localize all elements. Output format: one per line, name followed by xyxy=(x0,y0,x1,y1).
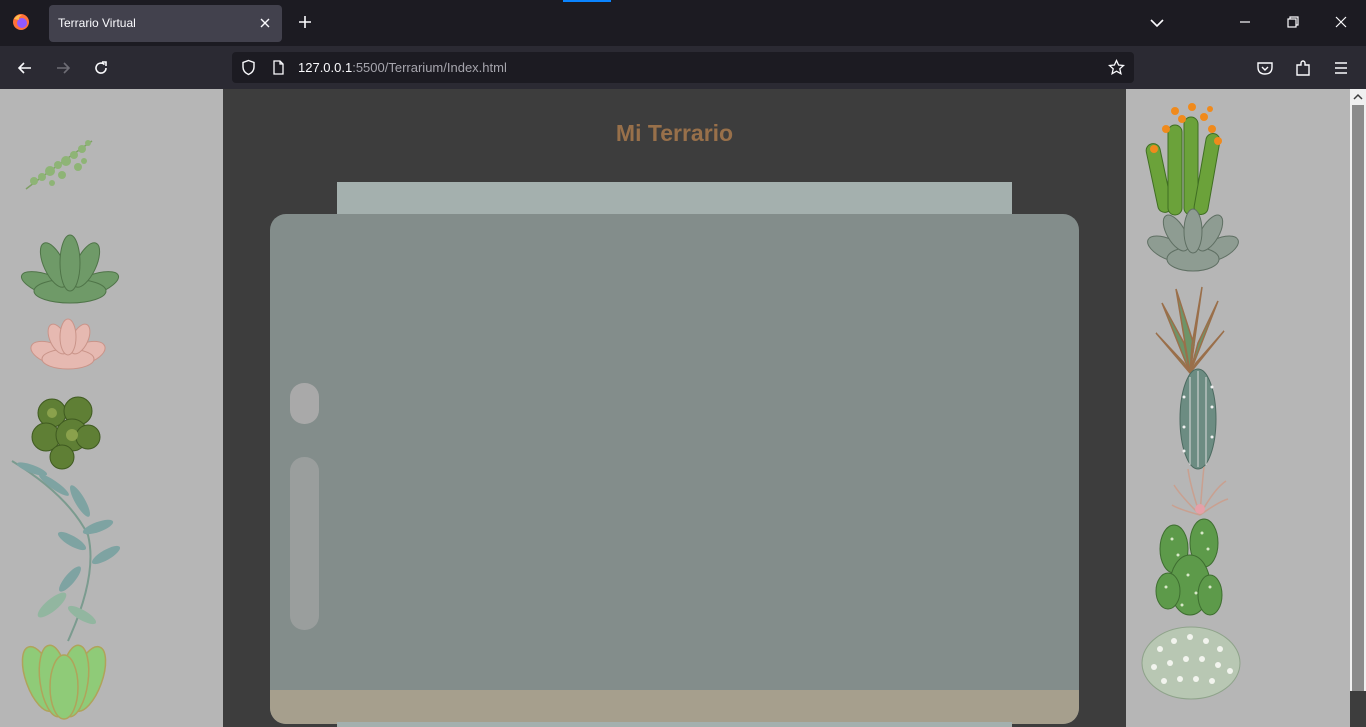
plant10[interactable] xyxy=(1154,283,1226,375)
scrollbar-thumb[interactable] xyxy=(1352,105,1364,691)
chevron-down-icon[interactable] xyxy=(1148,14,1166,32)
minimize-icon[interactable] xyxy=(1235,12,1255,32)
page-scrollbar[interactable] xyxy=(1350,89,1366,727)
terrarium-area: Mi Terrario xyxy=(223,89,1126,727)
plant3[interactable] xyxy=(28,315,110,375)
shield-icon[interactable] xyxy=(240,59,257,76)
pocket-icon[interactable] xyxy=(1255,58,1275,78)
plant13[interactable] xyxy=(1152,515,1226,627)
jar-walls xyxy=(270,214,1079,724)
tab-title: Terrario Virtual xyxy=(58,16,136,30)
arrow-right-icon[interactable] xyxy=(53,58,73,78)
plant6[interactable] xyxy=(20,629,108,721)
plant1[interactable] xyxy=(22,133,104,193)
plant2[interactable] xyxy=(18,229,122,311)
arrow-left-icon[interactable] xyxy=(15,58,35,78)
tab-terrario-virtual[interactable]: Terrario Virtual xyxy=(49,5,282,42)
reload-icon[interactable] xyxy=(91,58,111,78)
left-plant-holder xyxy=(0,89,223,727)
plant11[interactable] xyxy=(1170,367,1226,471)
jar-top xyxy=(337,182,1012,216)
star-icon[interactable] xyxy=(1108,59,1125,76)
plus-icon[interactable] xyxy=(296,13,314,31)
hamburger-icon[interactable] xyxy=(1331,58,1351,78)
scroll-up-arrow-icon[interactable] xyxy=(1353,92,1363,102)
plant9[interactable] xyxy=(1146,207,1240,279)
right-plant-holder xyxy=(1126,89,1350,727)
plant5[interactable] xyxy=(8,455,124,645)
address-bar[interactable]: 127.0.0.1:5500/Terrarium/Index.html xyxy=(232,52,1134,83)
url-path: :5500/Terrarium/Index.html xyxy=(352,60,507,75)
close-icon[interactable] xyxy=(257,15,273,31)
tab-loading-indicator xyxy=(563,0,611,2)
plant12[interactable] xyxy=(1170,465,1230,517)
url-text[interactable]: 127.0.0.1:5500/Terrarium/Index.html xyxy=(298,60,507,75)
plant8[interactable] xyxy=(1144,103,1228,219)
jar-glossy-short xyxy=(290,383,319,424)
jar-glossy-long xyxy=(290,457,319,630)
page-viewport: Mi Terrario xyxy=(0,89,1366,727)
jar-bottom xyxy=(337,722,1012,727)
plant14[interactable] xyxy=(1140,619,1242,701)
dirt xyxy=(270,690,1079,724)
page-icon[interactable] xyxy=(270,59,287,76)
scroll-down-area[interactable] xyxy=(1350,691,1366,727)
navigation-toolbar: 127.0.0.1:5500/Terrarium/Index.html xyxy=(0,46,1366,89)
close-window-icon[interactable] xyxy=(1331,12,1351,32)
firefox-icon[interactable] xyxy=(12,13,30,31)
page-title: Mi Terrario xyxy=(615,120,734,146)
puzzle-icon[interactable] xyxy=(1293,58,1313,78)
tab-bar: Terrario Virtual xyxy=(0,0,1366,46)
restore-icon[interactable] xyxy=(1283,12,1303,32)
url-host: 127.0.0.1 xyxy=(298,60,353,75)
